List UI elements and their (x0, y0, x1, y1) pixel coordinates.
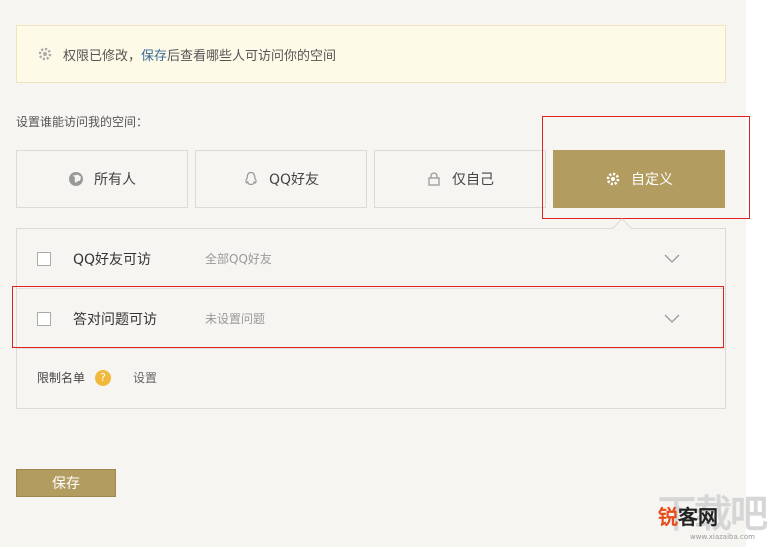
option-label: 所有人 (94, 172, 136, 188)
save-button[interactable]: 保存 (16, 469, 116, 497)
notice-text-before: 权限已修改， (63, 48, 142, 64)
globe-icon (69, 172, 83, 186)
annotation-highlight-custom (542, 116, 750, 219)
watermark-logo: 下载吧 锐客网 www.xiazaiba.com (640, 483, 778, 547)
option-label: 仅自己 (452, 172, 494, 188)
watermark-brand-a: 锐 (658, 505, 678, 529)
restriction-settings-link[interactable]: 设置 (133, 369, 157, 386)
row-title: QQ好友可访 (73, 251, 152, 268)
gear-icon (38, 47, 52, 61)
row-subtitle: 全部QQ好友 (205, 252, 272, 266)
notice-text-after: 后查看哪些人可访问你的空间 (167, 48, 337, 64)
option-everyone[interactable]: 所有人 (16, 150, 188, 208)
watermark-url: www.xiazaiba.com (690, 533, 755, 541)
annotation-highlight-question-row (12, 286, 724, 348)
option-only-me[interactable]: 仅自己 (374, 150, 546, 208)
notice-banner: 权限已修改， 保存 后查看哪些人可访问你的空间 (16, 25, 726, 83)
restriction-list: 限制名单 ? 设置 (37, 369, 157, 386)
watermark-brand-b: 客网 (678, 505, 718, 529)
help-icon[interactable]: ? (95, 369, 112, 386)
panel-pointer (612, 218, 632, 229)
right-margin (746, 0, 778, 547)
option-qq-friends[interactable]: QQ好友 (195, 150, 367, 208)
penguin-icon (245, 171, 257, 186)
checkbox-qq-friends[interactable] (37, 251, 51, 266)
notice-save-link[interactable]: 保存 (141, 45, 167, 64)
chevron-down-icon[interactable] (664, 254, 680, 264)
option-label: QQ好友 (268, 172, 320, 188)
row-qq-friends[interactable]: QQ好友可访 全部QQ好友 (17, 229, 725, 289)
lock-icon (428, 172, 440, 186)
restriction-label: 限制名单 (37, 371, 86, 385)
watermark-brand: 锐客网 (658, 501, 718, 530)
section-label: 设置谁能访问我的空间： (16, 115, 149, 129)
